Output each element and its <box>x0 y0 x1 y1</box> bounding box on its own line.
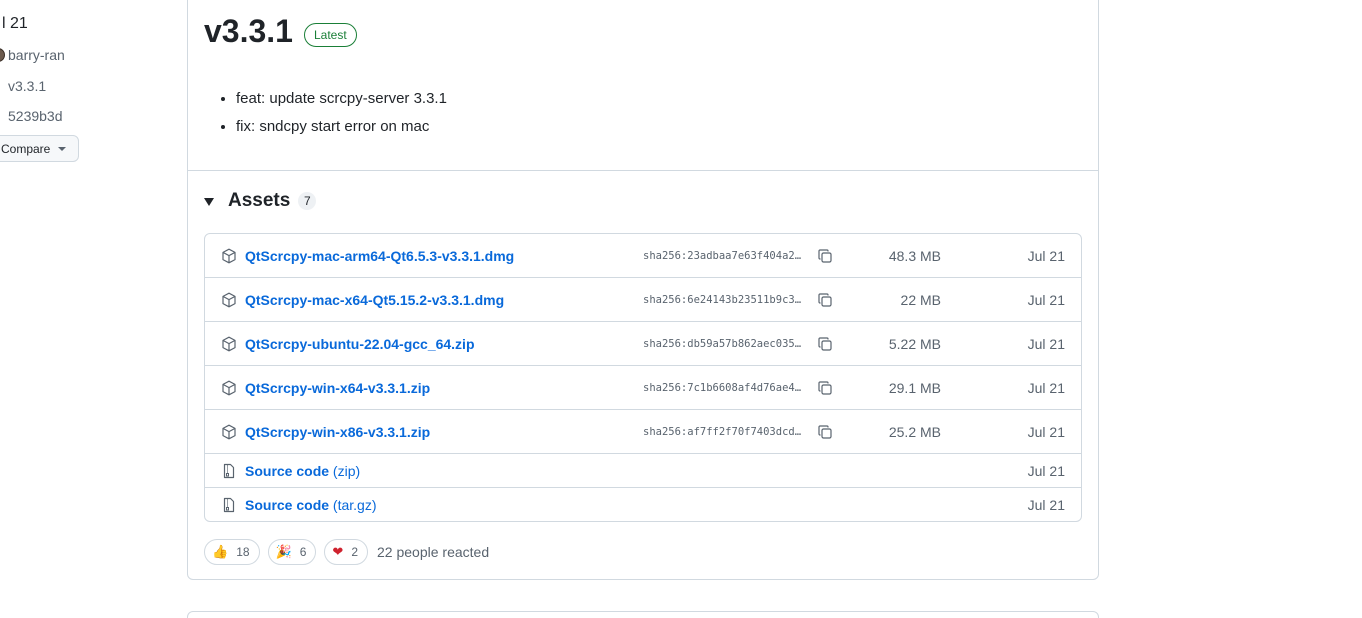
commit-link[interactable]: 5239b3d <box>8 108 63 124</box>
file-zip-icon <box>223 497 235 513</box>
asset-date: Jul 21 <box>1027 424 1065 440</box>
reaction-hooray-button[interactable]: 🎉 6 <box>267 539 317 565</box>
asset-date: Jul 21 <box>1027 292 1065 308</box>
asset-date: Jul 21 <box>1027 380 1065 396</box>
hooray-icon: 🎉 <box>275 544 292 559</box>
assets-count: 7 <box>298 192 317 210</box>
asset-row: QtScrcpy-ubuntu-22.04-gcc_64.zip sha256:… <box>205 322 1081 366</box>
tag-link[interactable]: v3.3.1 <box>8 78 46 94</box>
release-date: l 21 <box>2 15 28 32</box>
asset-download-link[interactable]: QtScrcpy-win-x64-v3.3.1.zip <box>245 380 430 396</box>
package-icon <box>222 380 236 396</box>
source-suffix: (zip) <box>332 463 361 479</box>
asset-size: 48.3 MB <box>888 248 941 264</box>
asset-date: Jul 21 <box>1027 248 1065 264</box>
asset-date: Jul 21 <box>1027 497 1065 513</box>
latest-badge: Latest <box>304 23 357 47</box>
asset-size: 22 MB <box>900 292 941 308</box>
divider <box>188 170 1098 171</box>
asset-date: Jul 21 <box>1027 463 1065 479</box>
heart-icon: ❤ <box>332 544 344 559</box>
asset-download-link[interactable]: QtScrcpy-mac-arm64-Qt6.5.3-v3.3.1.dmg <box>245 248 514 264</box>
compare-label: Compare <box>1 141 51 156</box>
reaction-heart-button[interactable]: ❤ 2 <box>324 539 369 565</box>
reactions-bar: 👍 18 🎉 6 ❤ 2 22 people reacted <box>204 539 489 565</box>
release-notes: feat: update scrcpy-server 3.3.1 fix: sn… <box>236 88 447 144</box>
asset-download-link[interactable]: QtScrcpy-mac-x64-Qt5.15.2-v3.3.1.dmg <box>245 292 504 308</box>
asset-row: QtScrcpy-mac-arm64-Qt6.5.3-v3.3.1.dmg sh… <box>205 234 1081 278</box>
asset-size: 25.2 MB <box>888 424 941 440</box>
reaction-thumbs-up-button[interactable]: 👍 18 <box>204 539 260 565</box>
source-targz-link[interactable]: Source code (tar.gz) <box>245 497 377 513</box>
source-row: Source code (tar.gz) Jul 21 <box>205 488 1081 522</box>
reaction-count: 2 <box>351 545 359 559</box>
assets-title: Assets <box>228 190 291 211</box>
author-link[interactable]: barry-ran <box>8 47 65 63</box>
source-suffix: (tar.gz) <box>332 497 377 513</box>
asset-download-link[interactable]: QtScrcpy-win-x86-v3.3.1.zip <box>245 424 430 440</box>
avatar[interactable] <box>0 48 5 62</box>
release-sidebar: l 21 barry-ran v3.3.1 5239b3d Compare <box>0 0 180 618</box>
asset-row: QtScrcpy-mac-x64-Qt5.15.2-v3.3.1.dmg sha… <box>205 278 1081 322</box>
package-icon <box>222 248 236 264</box>
compare-button[interactable]: Compare <box>0 135 79 162</box>
copy-icon[interactable] <box>817 336 833 352</box>
release-note-item: fix: sndcpy start error on mac <box>236 116 447 144</box>
asset-sha: sha256:6e24143b23511b9c3… <box>643 294 802 306</box>
next-release-card <box>187 611 1099 618</box>
package-icon <box>222 336 236 352</box>
asset-sha: sha256:7c1b6608af4d76ae4… <box>643 382 802 394</box>
asset-sha: sha256:db59a57b862aec035… <box>643 338 802 350</box>
copy-icon[interactable] <box>817 248 833 264</box>
assets-toggle[interactable]: Assets 7 <box>204 190 317 212</box>
file-zip-icon <box>223 463 235 479</box>
assets-list: QtScrcpy-mac-arm64-Qt6.5.3-v3.3.1.dmg sh… <box>204 233 1082 522</box>
release-note-item: feat: update scrcpy-server 3.3.1 <box>236 88 447 116</box>
reaction-count: 18 <box>236 545 250 559</box>
asset-download-link[interactable]: QtScrcpy-ubuntu-22.04-gcc_64.zip <box>245 336 475 352</box>
asset-date: Jul 21 <box>1027 336 1065 352</box>
asset-sha: sha256:af7ff2f70f7403dcd… <box>643 426 802 438</box>
asset-size: 5.22 MB <box>888 336 941 352</box>
release-title[interactable]: v3.3.1 <box>204 13 293 50</box>
source-row: Source code (zip) Jul 21 <box>205 454 1081 488</box>
release-card: v3.3.1 Latest feat: update scrcpy-server… <box>187 0 1099 580</box>
source-label: Source code <box>245 463 330 479</box>
chevron-down-icon <box>58 147 66 151</box>
reactions-summary[interactable]: 22 people reacted <box>377 544 489 560</box>
source-label: Source code <box>245 497 330 513</box>
thumbs-up-icon: 👍 <box>212 544 229 559</box>
asset-row: QtScrcpy-win-x64-v3.3.1.zip sha256:7c1b6… <box>205 366 1081 410</box>
source-zip-link[interactable]: Source code (zip) <box>245 463 360 479</box>
package-icon <box>222 424 236 440</box>
copy-icon[interactable] <box>817 292 833 308</box>
asset-row: QtScrcpy-win-x86-v3.3.1.zip sha256:af7ff… <box>205 410 1081 454</box>
copy-icon[interactable] <box>817 380 833 396</box>
asset-sha: sha256:23adbaa7e63f404a2… <box>643 250 802 262</box>
package-icon <box>222 292 236 308</box>
copy-icon[interactable] <box>817 424 833 440</box>
triangle-down-icon <box>204 198 214 206</box>
asset-size: 29.1 MB <box>888 380 941 396</box>
reaction-count: 6 <box>299 545 307 559</box>
